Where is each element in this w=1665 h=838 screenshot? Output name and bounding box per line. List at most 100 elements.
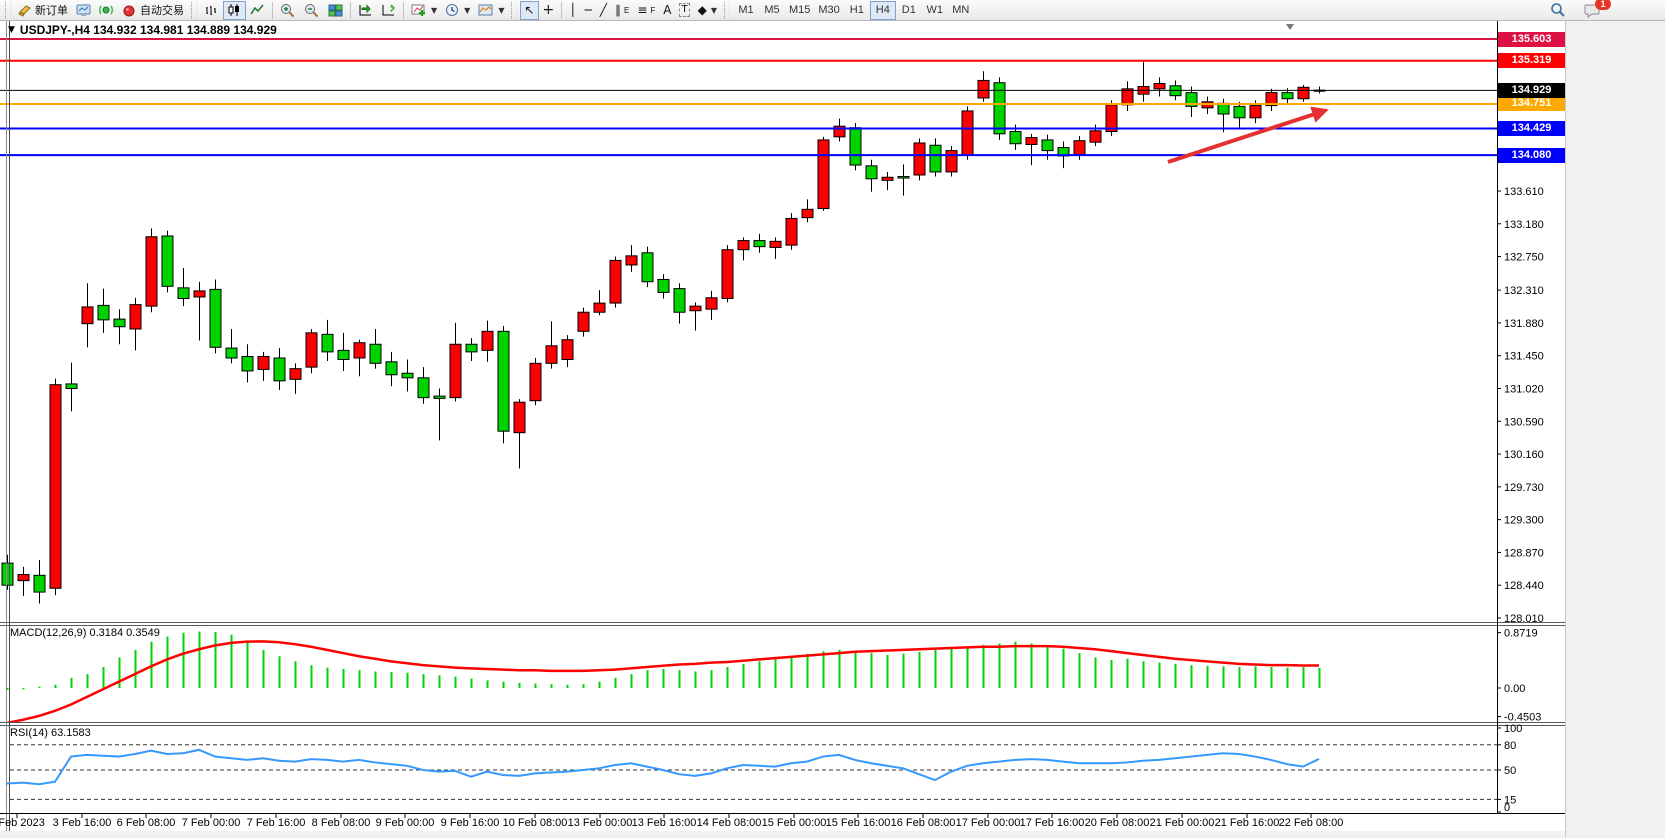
cursor-button[interactable]: ↖: [520, 1, 538, 20]
time-tick-label: 8 Feb 08:00: [312, 817, 371, 829]
horizontal-line-button[interactable]: ─: [581, 1, 596, 20]
candle-body: [530, 363, 541, 400]
timeframe-button-M5[interactable]: M5: [759, 1, 785, 20]
toolbar-drag-handle[interactable]: [511, 2, 517, 19]
macd-tick-label: 0.8719: [1504, 628, 1538, 640]
time-tick-label: 13 Feb 00:00: [568, 817, 633, 829]
time-tick-label: 6 Feb 08:00: [117, 817, 176, 829]
candle-body: [610, 260, 621, 303]
toolbar-drag-handle[interactable]: [5, 2, 11, 19]
candlestick-chart-button[interactable]: [223, 1, 246, 20]
vertical-line-button[interactable]: │: [565, 1, 580, 20]
auto-scroll-button[interactable]: [354, 1, 377, 20]
candle-body: [34, 575, 45, 592]
right-gutter: [1565, 21, 1665, 838]
candle-body: [658, 279, 669, 292]
candle-body: [114, 319, 125, 327]
candle-body: [642, 253, 653, 282]
candle-body: [626, 256, 637, 265]
crosshair-icon: +: [543, 4, 555, 16]
metaeditor-button[interactable]: [72, 1, 95, 20]
time-tick-label: 15 Feb 16:00: [826, 817, 891, 829]
timeframe-button-MN[interactable]: MN: [948, 1, 974, 20]
candle-body: [882, 177, 893, 180]
time-tick-label: 15 Feb 00:00: [762, 817, 827, 829]
dropdown-caret-icon: ▼: [431, 6, 437, 15]
candle-body: [418, 378, 429, 398]
price-pane[interactable]: [2, 62, 1325, 603]
trendline-button[interactable]: ╱: [596, 1, 611, 20]
templates-button[interactable]: ▼: [474, 1, 508, 20]
timeframe-button-M30[interactable]: M30: [814, 1, 843, 20]
price-tick-label: 129.730: [1504, 482, 1544, 494]
candle-body: [434, 396, 445, 398]
text-button[interactable]: A: [659, 1, 675, 20]
bar-chart-icon: [204, 3, 219, 17]
metaeditor-icon: [76, 3, 91, 17]
fibonacci-button[interactable]: ≡F: [633, 1, 659, 20]
tile-windows-button[interactable]: [324, 1, 347, 20]
vertical-line-icon: │: [569, 4, 576, 16]
window-bottom-strip: [0, 831, 1565, 838]
candle-body: [98, 305, 109, 319]
tile-windows-icon: [328, 3, 343, 17]
candle-body: [1250, 106, 1261, 118]
zoom-out-button[interactable]: [300, 1, 324, 20]
search-button[interactable]: [1546, 1, 1570, 20]
chart-shift-marker[interactable]: [1286, 24, 1294, 30]
notifications-button[interactable]: 1: [1580, 1, 1605, 20]
time-tick-label: 13 Feb 16:00: [632, 817, 697, 829]
shapes-button[interactable]: ◆▼: [694, 1, 721, 20]
new-order-label: 新订单: [35, 2, 68, 18]
toolbar-drag-handle[interactable]: [724, 2, 730, 19]
candle-body: [242, 356, 253, 370]
dropdown-caret-icon: ▼: [464, 6, 470, 15]
chart-canvas[interactable]: 134.040133.610133.180132.750132.310131.8…: [0, 21, 1565, 838]
rsi-tick-label: 100: [1504, 723, 1522, 735]
zoom-in-icon: [280, 3, 296, 18]
new-order-button[interactable]: 新订单: [14, 1, 72, 20]
candle-body: [50, 385, 61, 589]
candle-body: [2, 563, 13, 585]
candle-body: [258, 356, 269, 369]
zoom-in-button[interactable]: [276, 1, 300, 20]
periods-button[interactable]: ▼: [441, 1, 474, 20]
chart-shift-icon: [381, 3, 396, 17]
candle-body: [306, 333, 317, 367]
candle-body: [450, 344, 461, 397]
auto-trading-button[interactable]: 自动交易: [118, 1, 188, 20]
time-tick-label: 21 Feb 16:00: [1215, 817, 1280, 829]
candle-body: [1010, 132, 1021, 144]
rsi-pane[interactable]: [7, 750, 1319, 784]
toolbar-drag-handle[interactable]: [191, 2, 197, 19]
price-tick-label: 132.750: [1504, 252, 1544, 264]
timeframe-button-M1[interactable]: M1: [733, 1, 759, 20]
candle-body: [1154, 83, 1165, 88]
auto-trading-icon: [122, 3, 137, 17]
chart-shift-button[interactable]: [377, 1, 400, 20]
candle-body: [594, 303, 605, 312]
candle-body: [178, 288, 189, 299]
dropdown-caret-icon: ▼: [498, 6, 504, 15]
text-icon: A: [663, 4, 671, 16]
timeframe-button-H4[interactable]: H4: [870, 1, 896, 20]
crosshair-button[interactable]: +: [539, 1, 559, 20]
bar-chart-button[interactable]: [200, 1, 223, 20]
signals-button[interactable]: [95, 1, 118, 20]
indicators-button[interactable]: ▼: [407, 1, 441, 20]
candle-body: [338, 350, 349, 359]
price-tick-label: 128.870: [1504, 547, 1544, 559]
channel-button[interactable]: ∥E: [611, 1, 633, 20]
candle-body: [498, 331, 509, 431]
notification-count-badge: 1: [1595, 0, 1611, 10]
timeframe-button-M15[interactable]: M15: [785, 1, 814, 20]
text-label-button[interactable]: T: [675, 1, 693, 20]
time-tick-label: 21 Feb 00:00: [1150, 817, 1215, 829]
line-chart-button[interactable]: [246, 1, 269, 20]
timeframe-button-D1[interactable]: D1: [896, 1, 922, 20]
candle-body: [274, 358, 285, 381]
timeframe-button-W1[interactable]: W1: [922, 1, 948, 20]
macd-pane[interactable]: [7, 631, 1320, 722]
candle-body: [930, 145, 941, 172]
timeframe-button-H1[interactable]: H1: [844, 1, 870, 20]
